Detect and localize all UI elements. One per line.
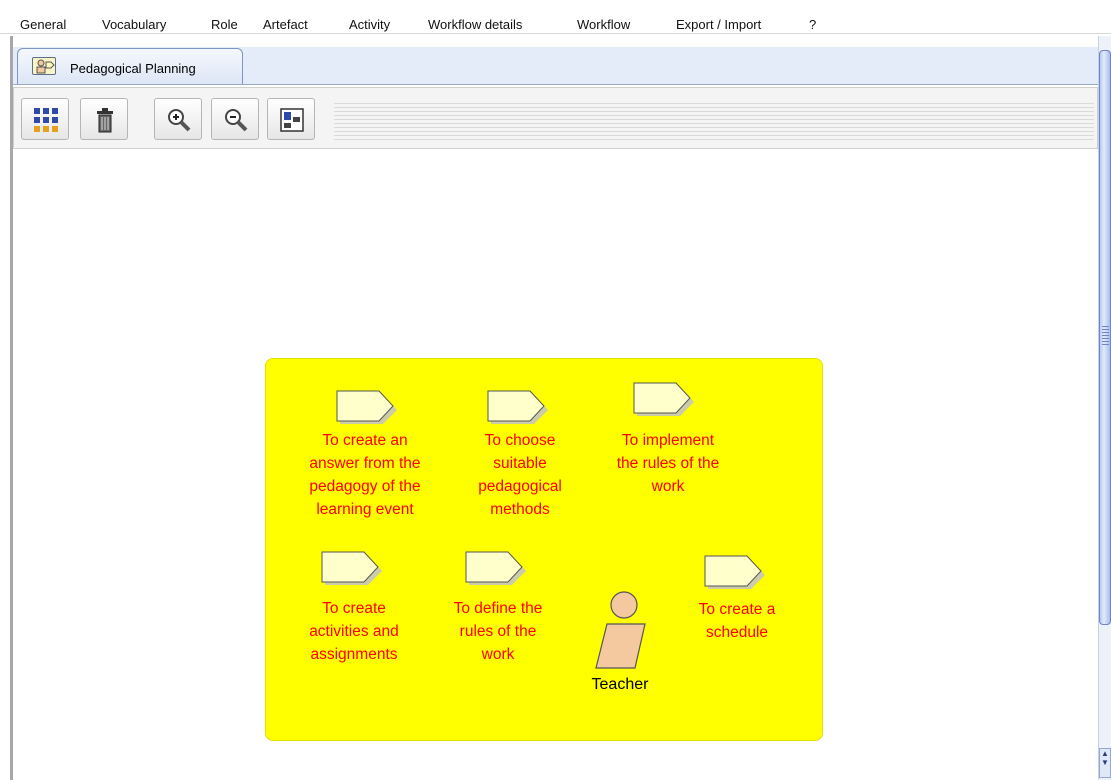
fit-to-page-icon [280, 108, 304, 132]
zoom-in-button[interactable] [154, 98, 202, 140]
menu-workflow[interactable]: Workflow [577, 17, 630, 32]
menu-export-import[interactable]: Export / Import [676, 17, 761, 32]
role-teacher[interactable]: Teacher [575, 590, 665, 700]
menu-general[interactable]: General [20, 17, 66, 32]
role-label: Teacher [591, 676, 649, 693]
fit-to-page-button[interactable] [267, 98, 315, 140]
activity-pentagon-icon [487, 390, 548, 424]
scrollbar-grip [1102, 326, 1109, 346]
activity-pentagon-icon [704, 555, 765, 589]
menu-help[interactable]: ? [809, 17, 816, 32]
menu-artefact[interactable]: Artefact [263, 17, 308, 32]
diagram-tab-icon [32, 57, 56, 75]
menu-role[interactable]: Role [211, 17, 238, 32]
activity-pentagon-icon [321, 551, 382, 585]
activity-label: To implement the rules of the work [616, 432, 720, 495]
tab-label: Pedagogical Planning [70, 61, 196, 76]
zoom-out-button[interactable] [211, 98, 259, 140]
activity-pentagon-icon [465, 551, 526, 585]
scroll-down-button[interactable]: ▲ ▼ [1099, 748, 1111, 778]
menu-activity[interactable]: Activity [349, 17, 390, 32]
toolbar-grip [334, 100, 1094, 140]
menu-vocabulary[interactable]: Vocabulary [102, 17, 166, 32]
delete-button[interactable] [80, 98, 128, 140]
activity-label: To create a schedule [698, 601, 776, 641]
menu-workflow-details[interactable]: Workflow details [428, 17, 522, 32]
tab-pedagogical-planning[interactable]: Pedagogical Planning [17, 48, 243, 84]
role-person-icon [595, 591, 646, 669]
app-window: General Vocabulary Role Artefact Activit… [0, 0, 1111, 780]
activity-pentagon-icon [633, 382, 694, 416]
trash-icon [97, 108, 113, 133]
activity-pentagon-icon [336, 390, 397, 424]
scrollbar-thumb[interactable] [1099, 50, 1111, 625]
menu-bar: General Vocabulary Role Artefact Activit… [0, 0, 1111, 34]
zoom-in-icon [168, 109, 191, 132]
zoom-out-icon [225, 109, 248, 132]
grid-layout-button[interactable] [21, 98, 69, 140]
toolbar [13, 87, 1098, 149]
grid-layout-icon [34, 108, 58, 132]
activity-label: To define the rules of the work [453, 600, 543, 663]
